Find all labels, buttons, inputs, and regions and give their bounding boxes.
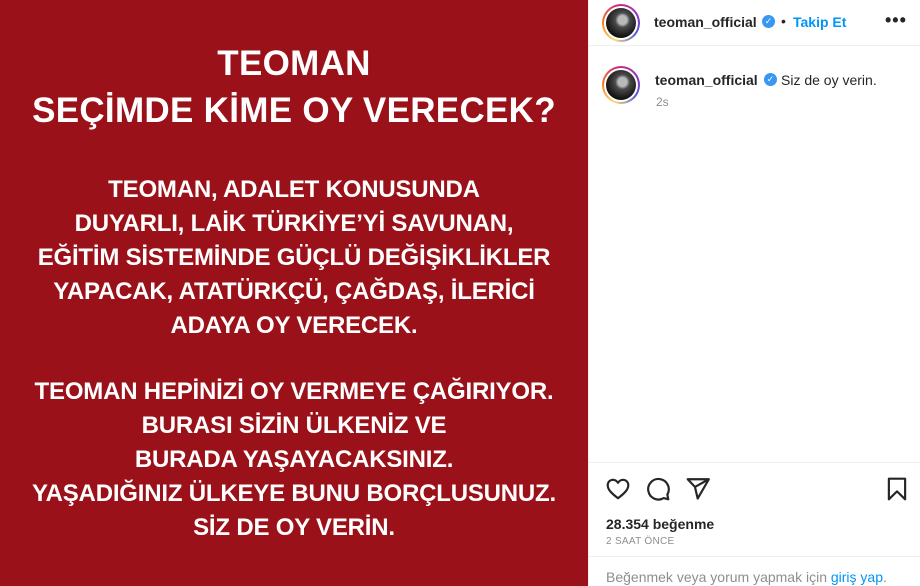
verified-badge-icon: ✓: [764, 73, 777, 86]
login-prompt: Beğenmek veya yorum yapmak için giriş ya…: [589, 556, 920, 586]
post-image-title-line: SEÇİMDE KİME OY VERECEK?: [32, 91, 556, 130]
follow-button[interactable]: Takip Et: [793, 14, 846, 30]
post-image-text-line: TEOMAN HEPİNİZİ OY VERMEYE ÇAĞIRIYOR.: [34, 378, 554, 405]
share-icon[interactable]: [685, 476, 711, 502]
post-image-paragraph-1: TEOMAN, ADALET KONUSUNDA DUYARLI, LAİK T…: [0, 173, 588, 343]
post-image-text-line: SİZ DE OY VERİN.: [193, 514, 395, 541]
post-header: teoman_official ✓ • Takip Et •••: [589, 0, 920, 46]
post-image-text-line: ADAYA OY VERECEK.: [170, 312, 418, 339]
bookmark-icon[interactable]: [884, 476, 910, 502]
login-prompt-text: Beğenmek veya yorum yapmak için giriş ya…: [606, 569, 887, 585]
post-details-panel: teoman_official ✓ • Takip Et ••• teoman_…: [588, 0, 920, 586]
post-image-text-line: EĞİTİM SİSTEMİNDE GÜÇLÜ DEĞİŞİKLİKLER: [37, 244, 551, 271]
username-link[interactable]: teoman_official: [654, 14, 757, 30]
post-image-text-line: TEOMAN, ADALET KONUSUNDA: [108, 176, 480, 203]
likes-count[interactable]: 28.354 beğenme: [606, 516, 714, 532]
post-image-text-line: YAPACAK, ATATÜRKÇÜ, ÇAĞDAŞ, İLERİCİ: [53, 278, 535, 305]
heart-icon[interactable]: [605, 476, 631, 502]
avatar[interactable]: [602, 4, 640, 42]
caption-time[interactable]: 2s: [656, 95, 669, 109]
caption-text: Siz de oy verin.: [781, 72, 877, 88]
post-timestamp[interactable]: 2 SAAT ÖNCE: [606, 536, 675, 547]
action-bar: [589, 462, 920, 508]
post-image-paragraph-2: TEOMAN HEPİNİZİ OY VERMEYE ÇAĞIRIYOR. BU…: [0, 375, 588, 545]
post-image[interactable]: TEOMAN SEÇİMDE KİME OY VERECEK? TEOMAN, …: [0, 0, 588, 586]
post-image-text-line: DUYARLI, LAİK TÜRKİYE’Yİ SAVUNAN,: [74, 210, 514, 237]
post-image-text-line: YAŞADIĞINIZ ÜLKEYE BUNU BORÇLUSUNUZ.: [32, 480, 556, 507]
post-image-text-line: BURASI SİZİN ÜLKENİZ VE: [141, 412, 447, 439]
avatar[interactable]: [602, 66, 640, 104]
separator-dot: •: [781, 13, 786, 29]
login-prompt-suffix: .: [883, 569, 887, 585]
post-image-text-line: BURADA YAŞAYACAKSINIZ.: [134, 446, 454, 473]
post-image-title-line: TEOMAN: [217, 44, 371, 83]
login-link[interactable]: giriş yap: [831, 569, 883, 585]
verified-badge-icon: ✓: [762, 15, 775, 28]
more-options-icon[interactable]: •••: [885, 10, 907, 31]
login-prompt-prefix: Beğenmek veya yorum yapmak için: [606, 569, 831, 585]
caption-username-link[interactable]: teoman_official: [655, 72, 758, 88]
comment-icon[interactable]: [645, 476, 671, 502]
